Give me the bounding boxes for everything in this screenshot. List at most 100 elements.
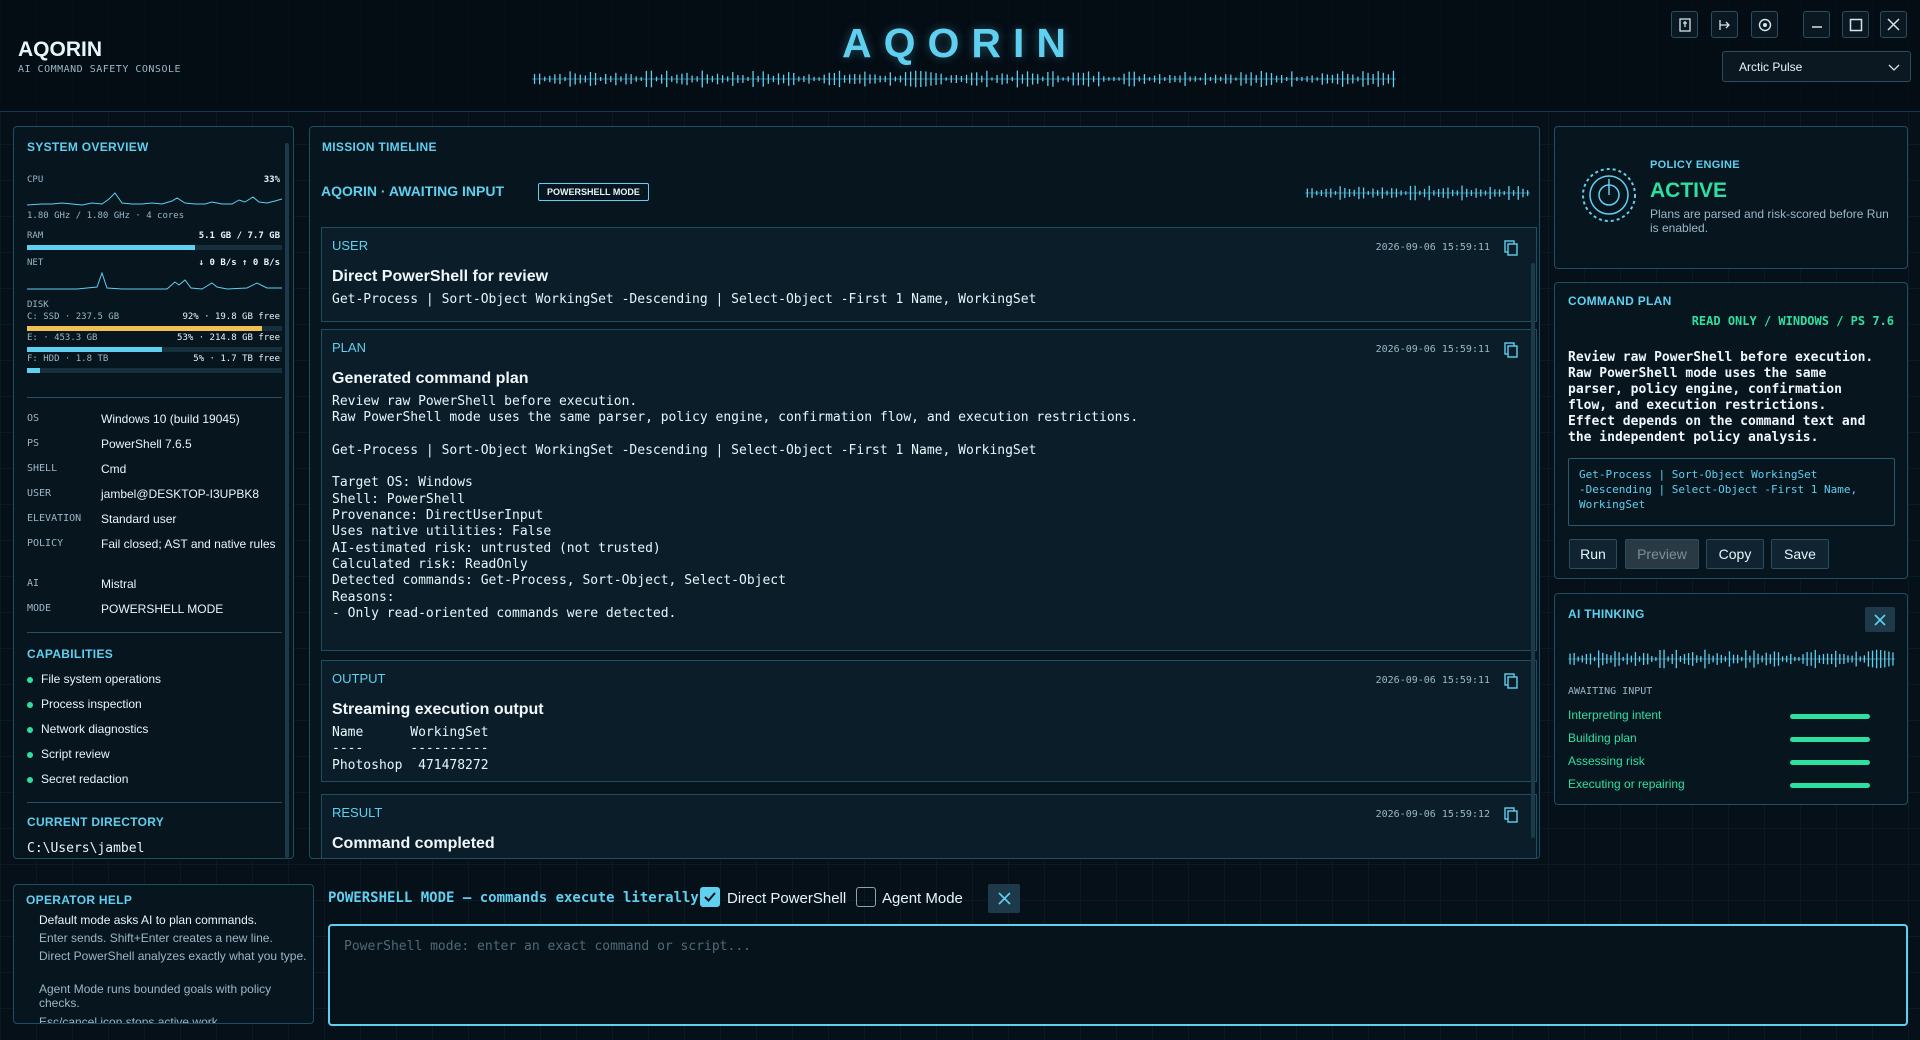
status-line: AQORIN · AWAITING INPUT [321, 183, 505, 199]
run-button[interactable]: Run [1569, 539, 1617, 569]
info-key: USER [27, 488, 52, 499]
ram-value: 5.1 GB / 7.7 GB [198, 231, 280, 241]
divider [27, 632, 282, 633]
ai-step: Interpreting intent [1568, 708, 1662, 722]
save-button[interactable]: Save [1771, 539, 1829, 569]
entry-body: Name WorkingSet ---- ---------- Photosho… [332, 725, 489, 773]
info-key: SHELL [27, 463, 58, 474]
agent-mode-checkbox[interactable] [856, 887, 876, 907]
disk-f-bar [27, 368, 282, 373]
capability-item: File system operations [27, 672, 161, 686]
copy-icon[interactable] [1504, 807, 1518, 823]
timeline-entry-user: USER 2026-09-06 15:59:11 Direct PowerShe… [321, 227, 1537, 322]
info-value: Windows 10 (build 19045) [101, 412, 240, 426]
disk-c-bar-fill [27, 326, 262, 331]
disk-e-name: E: · 453.3 GB [27, 333, 98, 343]
status-dot [27, 776, 33, 783]
capability-item: Network diagnostics [27, 722, 148, 736]
entry-label: OUTPUT [332, 671, 386, 686]
info-key: POLICY [27, 538, 64, 549]
agent-mode-label[interactable]: Agent Mode [882, 890, 963, 907]
maximize-icon[interactable] [1842, 11, 1869, 38]
copy-button[interactable]: Copy [1706, 539, 1764, 569]
settings-icon[interactable] [1751, 11, 1778, 38]
status-dot [27, 751, 33, 758]
net-label: NET [27, 258, 44, 268]
command-plan-title: COMMAND PLAN [1568, 294, 1672, 308]
header-waveform [532, 70, 1396, 88]
system-overview-panel: SYSTEM OVERVIEW CPU 33% 1.80 GHz / 1.80 … [13, 126, 294, 859]
ai-step-bar [1790, 760, 1870, 765]
copy-icon[interactable] [1504, 673, 1518, 689]
plan-description: Review raw PowerShell before execution. … [1568, 350, 1874, 445]
scrollbar[interactable] [1531, 263, 1535, 838]
entry-title: Streaming execution output [332, 701, 544, 718]
net-value: ↓ 0 B/s ↑ 0 B/s [198, 258, 280, 268]
ai-thinking-title: AI THINKING [1568, 607, 1645, 621]
info-row-mode: MODE POWERSHELL MODE [27, 602, 287, 616]
scrollbar[interactable] [285, 143, 289, 858]
capability-item: Secret redaction [27, 772, 128, 786]
entry-timestamp: 2026-09-06 15:59:11 [1375, 242, 1490, 253]
preview-button[interactable]: Preview [1625, 539, 1699, 569]
ai-step-bar [1790, 783, 1870, 788]
info-value: Cmd [101, 462, 127, 476]
disk-e-bar [27, 347, 282, 352]
capability-label: Script review [41, 747, 110, 761]
info-row-elevation: ELEVATION Standard user [27, 512, 287, 526]
direct-powershell-checkbox[interactable] [700, 887, 720, 907]
capabilities-title: CAPABILITIES [27, 647, 114, 661]
mode-badge: POWERSHELL MODE [538, 183, 649, 201]
help-line: Agent Mode runs bounded goals with polic… [39, 982, 272, 1010]
timeline-entry-output: OUTPUT 2026-09-06 15:59:11 Streaming exe… [321, 660, 1537, 782]
info-value: Standard user [101, 512, 177, 526]
ai-step: Building plan [1568, 731, 1637, 745]
policy-engine-title: POLICY ENGINE [1650, 159, 1740, 171]
info-key: OS [27, 413, 40, 424]
info-row-policy: POLICY Fail closed; AST and native rules [27, 537, 287, 551]
minimize-icon[interactable] [1803, 11, 1830, 38]
theme-select[interactable]: Arctic Pulse [1722, 51, 1911, 82]
entry-timestamp: 2026-09-06 15:59:11 [1375, 344, 1490, 355]
info-value: PowerShell 7.6.5 [101, 437, 192, 451]
ai-thinking-panel: AI THINKING AWAITING INPUT Interpreting … [1554, 593, 1908, 805]
divider [27, 397, 282, 398]
entry-title: Direct PowerShell for review [332, 268, 549, 285]
copy-icon[interactable] [1504, 240, 1518, 256]
command-input[interactable] [328, 924, 1908, 1026]
info-row-shell: SHELL Cmd [27, 462, 287, 476]
copy-icon[interactable] [1504, 342, 1518, 358]
app-title: AQORIN [842, 20, 1078, 66]
current-directory-title: CURRENT DIRECTORY [27, 815, 165, 829]
ai-step: Assessing risk [1568, 754, 1645, 768]
disk-c-name: C: SSD · 237.5 GB [27, 312, 120, 322]
logout-icon[interactable] [1711, 11, 1738, 38]
disk-label: DISK [27, 300, 49, 310]
ai-step-bar [1790, 714, 1870, 719]
ai-step-bar [1790, 737, 1870, 742]
capability-label: File system operations [41, 672, 162, 686]
ai-status: AWAITING INPUT [1568, 686, 1653, 697]
capability-item: Script review [27, 747, 110, 761]
capability-label: Process inspection [41, 697, 142, 711]
help-line: Direct PowerShell analyzes exactly what … [39, 949, 307, 963]
timeline-entry-plan: PLAN 2026-09-06 15:59:11 Generated comma… [321, 329, 1537, 651]
info-value: Fail closed; AST and native rules [101, 537, 276, 551]
cpu-graph [27, 192, 282, 206]
capability-item: Process inspection [27, 697, 142, 711]
close-icon[interactable] [1865, 607, 1895, 632]
mission-timeline-title: MISSION TIMELINE [322, 140, 437, 154]
close-icon[interactable] [1880, 11, 1907, 38]
timeline-entry-result: RESULT 2026-09-06 15:59:12 Command compl… [321, 794, 1537, 858]
ram-bar [27, 245, 282, 250]
policy-status: ACTIVE [1650, 179, 1728, 202]
chevron-down-icon [1888, 64, 1900, 71]
ram-label: RAM [27, 231, 44, 241]
cancel-icon[interactable] [988, 884, 1020, 913]
direct-powershell-label[interactable]: Direct PowerShell [727, 890, 846, 907]
info-row-user: USER jambel@DESKTOP-I3UPBK8 [27, 487, 287, 501]
export-icon[interactable] [1671, 11, 1698, 38]
disk-c-bar [27, 326, 282, 331]
theme-select-value: Arctic Pulse [1739, 60, 1803, 74]
entry-body: Get-Process | Sort-Object WorkingSet -De… [332, 292, 1037, 307]
